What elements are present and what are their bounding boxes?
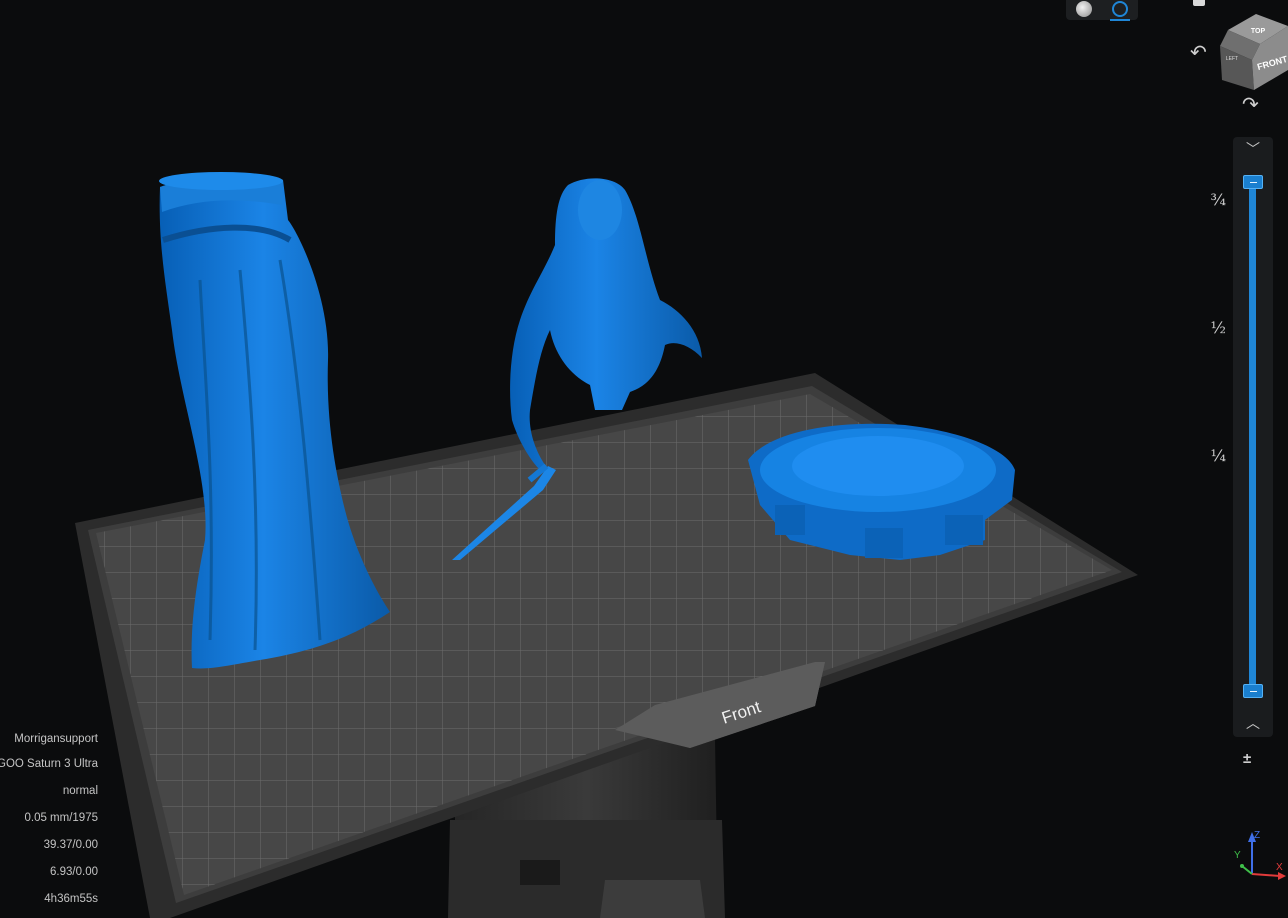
view-cube-top-label: TOP	[1251, 28, 1266, 35]
info-printer: GOO Saturn 3 Ultra	[0, 758, 98, 770]
slider-tick-three-quarter: ¾	[1210, 190, 1226, 209]
wireframe-view-icon[interactable]	[1112, 1, 1128, 17]
slider-tick-half: ½	[1210, 318, 1226, 337]
slider-tick-quarter: ¼	[1210, 446, 1226, 465]
info-stat-2: 6.93/0.00	[50, 866, 98, 878]
info-layer: 0.05 mm/1975	[24, 812, 98, 824]
chevron-up-icon[interactable]: ︿	[1243, 714, 1263, 732]
view-cube-left-label: LEFT	[1226, 56, 1238, 62]
rotate-right-icon[interactable]: ↷	[1242, 92, 1259, 117]
layer-slider-top-handle[interactable]	[1243, 175, 1263, 189]
shaded-view-icon[interactable]	[1076, 1, 1092, 17]
3d-viewport[interactable]: Front	[0, 0, 1288, 918]
layer-height-icon[interactable]: ±	[1243, 750, 1251, 767]
info-time: 4h36m55s	[44, 893, 98, 905]
info-mode: normal	[62, 785, 98, 797]
info-stat-1: 39.37/0.00	[43, 839, 98, 851]
layer-slider-track[interactable]	[1249, 178, 1256, 694]
layer-slider-bottom-handle[interactable]	[1243, 684, 1263, 698]
info-project: Morrigansupport	[14, 733, 98, 745]
axis-y-label: Y	[1234, 850, 1241, 861]
axis-indicator: Z Y X	[1234, 830, 1286, 880]
home-view-icon[interactable]	[1193, 0, 1205, 6]
view-cube[interactable]: TOP FRONT LEFT	[1218, 0, 1288, 92]
axis-x-label: X	[1276, 862, 1283, 873]
axis-z-label: Z	[1254, 830, 1260, 841]
rotate-left-icon[interactable]: ↶	[1190, 40, 1207, 65]
active-mode-indicator	[1110, 19, 1130, 21]
chevron-down-icon[interactable]: ﹀	[1243, 140, 1263, 158]
